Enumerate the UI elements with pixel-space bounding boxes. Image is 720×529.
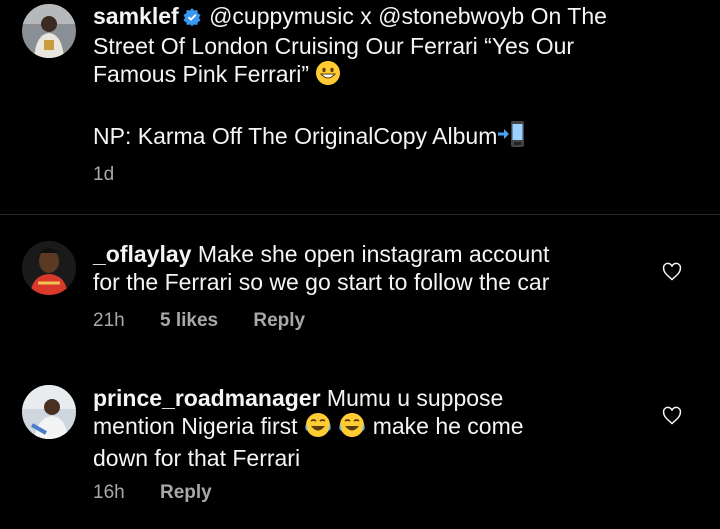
reply-button[interactable]: Reply bbox=[253, 310, 305, 331]
post-caption: samklef @cuppymusic x @stonebwoyb On The… bbox=[93, 2, 680, 154]
username[interactable]: _oflaylay bbox=[93, 241, 191, 267]
comment-body: make he come bbox=[372, 413, 524, 439]
verified-badge-icon bbox=[183, 4, 201, 32]
avatar[interactable] bbox=[22, 4, 76, 58]
heart-icon[interactable] bbox=[662, 406, 682, 426]
post-meta: 1d bbox=[93, 164, 144, 186]
caption-text: Street Of London Cruising Our Ferrari “Y… bbox=[93, 33, 575, 59]
comment-meta: 16h Reply bbox=[93, 482, 242, 504]
caption-text: NP: Karma Off The OriginalCopy Album bbox=[93, 123, 498, 149]
username[interactable]: prince_roadmanager bbox=[93, 385, 321, 411]
comment-text: prince_roadmanager Mumu u suppose mentio… bbox=[93, 384, 680, 472]
comment-body: for the Ferrari so we go start to follow… bbox=[93, 269, 550, 295]
avatar[interactable] bbox=[22, 241, 76, 295]
comment-body: mention Nigeria first bbox=[93, 413, 298, 439]
comment-body: Make she open instagram account bbox=[197, 241, 550, 267]
grin-emoji-icon bbox=[315, 60, 341, 92]
timestamp: 21h bbox=[93, 310, 125, 331]
divider bbox=[0, 214, 720, 215]
caption-text: @cuppymusic x @stonebwoyb On The bbox=[209, 3, 607, 29]
tears-of-joy-emoji-icon bbox=[304, 412, 332, 444]
avatar[interactable] bbox=[22, 385, 76, 439]
comment-text: _oflaylay Make she open instagram accoun… bbox=[93, 240, 680, 296]
heart-icon[interactable] bbox=[662, 262, 682, 282]
reply-button[interactable]: Reply bbox=[160, 482, 212, 503]
tears-of-joy-emoji-icon bbox=[338, 412, 366, 444]
likes-count[interactable]: 5 likes bbox=[160, 310, 218, 331]
username[interactable]: samklef bbox=[93, 3, 179, 29]
phone-arrow-emoji-icon bbox=[497, 120, 527, 154]
timestamp: 1d bbox=[93, 164, 115, 185]
comment-body: down for that Ferrari bbox=[93, 445, 301, 471]
comment-body: Mumu u suppose bbox=[326, 385, 504, 411]
caption-text: Famous Pink Ferrari” bbox=[93, 61, 309, 87]
timestamp: 16h bbox=[93, 482, 125, 503]
comment-meta: 21h 5 likes Reply bbox=[93, 310, 335, 332]
